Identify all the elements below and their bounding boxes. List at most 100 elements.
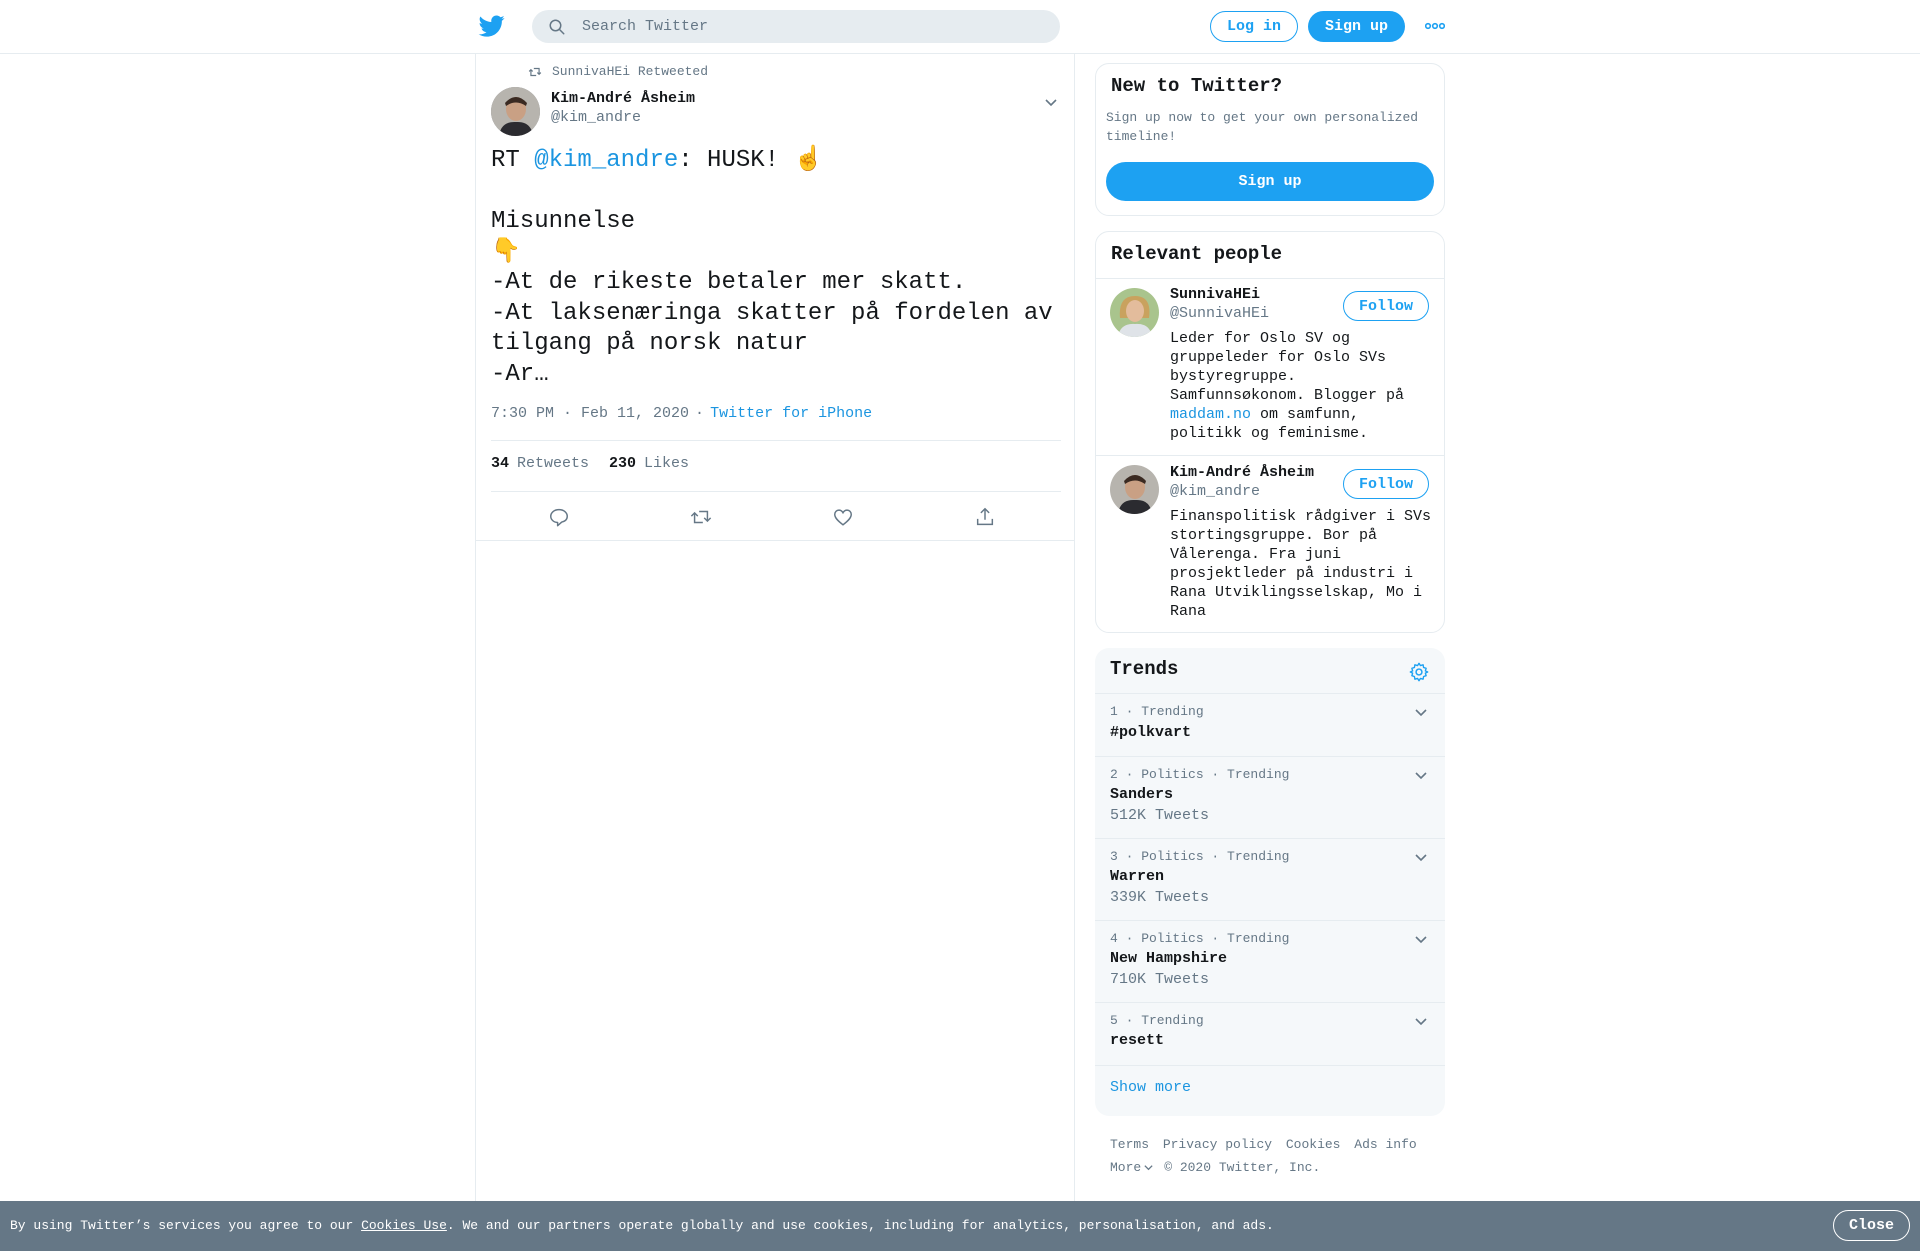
tweet-text-prefix: RT [491, 147, 535, 174]
share-icon[interactable] [974, 506, 996, 528]
divider [1096, 455, 1444, 456]
like-icon[interactable] [832, 506, 854, 528]
tweet-text: RT @kim_andre: HUSK! ☝️ Misunnelse 👇 -At… [491, 146, 1061, 390]
retweets-stat[interactable]: 34 Retweets [491, 455, 589, 472]
trend-chevron-down-icon[interactable] [1413, 931, 1429, 947]
trend-meta: 4 · Politics · Trending [1110, 931, 1290, 946]
login-button[interactable]: Log in [1210, 11, 1298, 42]
sidebar-footer: Terms Privacy policy Cookies Ads info Mo… [1110, 1133, 1423, 1179]
trend-chevron-down-icon[interactable] [1413, 1013, 1429, 1029]
trends-card: Trends 1 · Trending #polkvart 2 · Politi… [1095, 648, 1445, 1116]
trend-name[interactable]: resett [1110, 1032, 1164, 1049]
settings-gear-icon[interactable] [1408, 661, 1430, 683]
new-to-twitter-description: Sign up now to get your own personalized… [1106, 110, 1419, 144]
person-avatar[interactable] [1110, 465, 1159, 514]
relevant-people-card: Relevant people SunnivaHEi @SunnivaHEi F… [1095, 231, 1445, 633]
person-avatar[interactable] [1110, 288, 1159, 337]
retweets-label: Retweets [517, 455, 590, 472]
author-handle[interactable]: @kim_andre [551, 109, 641, 126]
signup-button[interactable]: Sign up [1308, 11, 1405, 42]
footer-link-terms[interactable]: Terms [1110, 1137, 1149, 1152]
trend-chevron-down-icon[interactable] [1413, 849, 1429, 865]
follow-button[interactable]: Follow [1343, 291, 1429, 321]
cookie-close-button[interactable]: Close [1833, 1210, 1910, 1241]
trend-name[interactable]: Sanders [1110, 786, 1173, 803]
person-handle[interactable]: @SunnivaHEi [1170, 305, 1269, 322]
sidebar-signup-button[interactable]: Sign up [1106, 162, 1434, 201]
person-bio: Leder for Oslo SV og gruppeleder for Osl… [1170, 329, 1438, 443]
trend-tweet-count: 339K Tweets [1110, 889, 1210, 906]
person-name[interactable]: Kim-André Åsheim [1170, 464, 1314, 481]
trend-chevron-down-icon[interactable] [1413, 767, 1429, 783]
divider [1095, 693, 1445, 694]
divider [1095, 838, 1445, 839]
likes-count: 230 [609, 455, 637, 472]
trends-title: Trends [1110, 658, 1179, 680]
retweeted-by-label: SunnivaHEi Retweeted [552, 64, 709, 79]
likes-stat[interactable]: 230 Likes [609, 455, 689, 472]
tweet-source-link[interactable]: Twitter for iPhone [710, 405, 872, 422]
meta-separator: · [695, 405, 705, 422]
trend-tweet-count: 710K Tweets [1110, 971, 1210, 988]
twitter-bird-logo-icon[interactable] [478, 13, 506, 39]
main-tweet-column: SunnivaHEi Retweeted Kim-André Åsheim @k… [475, 54, 1075, 1251]
reply-icon[interactable] [548, 506, 570, 528]
cookie-text-before: By using Twitter’s services you agree to… [10, 1218, 362, 1233]
cookie-consent-bar: By using Twitter’s services you agree to… [0, 1201, 1920, 1251]
more-options-icon[interactable] [1425, 20, 1445, 32]
relevant-people-title: Relevant people [1111, 243, 1283, 265]
search-input[interactable] [582, 18, 1042, 35]
retweet-small-icon [528, 67, 542, 76]
divider [1095, 920, 1445, 921]
retweet-context[interactable]: SunnivaHEi Retweeted [528, 64, 708, 79]
author-avatar[interactable] [491, 87, 540, 136]
author-avatar-image [491, 87, 540, 136]
divider [1095, 756, 1445, 757]
trend-meta: 5 · Trending [1110, 1013, 1204, 1028]
tweet-timestamp[interactable]: 7:30 PM · Feb 11, 2020 [491, 405, 689, 422]
author-name[interactable]: Kim-André Åsheim [551, 90, 695, 107]
cookies-use-link[interactable]: Cookies Use [361, 1218, 447, 1233]
person-bio: Finanspolitisk rådgiver i SVs stortingsg… [1170, 508, 1432, 620]
trend-name[interactable]: Warren [1110, 868, 1164, 885]
divider [1095, 1002, 1445, 1003]
mention-link[interactable]: @kim_andre [534, 147, 678, 174]
trend-tweet-count: 512K Tweets [1110, 807, 1210, 824]
trend-meta: 1 · Trending [1110, 704, 1204, 719]
likes-label: Likes [644, 455, 690, 472]
footer-row-2: More © 2020 Twitter, Inc. [1110, 1156, 1423, 1179]
retweets-count: 34 [491, 455, 510, 472]
divider [1096, 278, 1444, 279]
chevron-down-icon[interactable] [1143, 1162, 1154, 1173]
cookie-text-after: . We and our partners operate globally a… [446, 1218, 1274, 1233]
divider [491, 440, 1061, 441]
footer-link-privacy[interactable]: Privacy policy [1163, 1137, 1272, 1152]
trend-meta: 3 · Politics · Trending [1110, 849, 1290, 864]
tweet-stats: 34 Retweets 230 Likes [491, 455, 709, 472]
tweet-menu-chevron-icon[interactable] [1043, 94, 1059, 110]
footer-link-ads-info[interactable]: Ads info [1354, 1137, 1416, 1152]
tweet-meta: 7:30 PM · Feb 11, 2020 · Twitter for iPh… [491, 405, 872, 422]
tweet-action-bar [476, 494, 1074, 541]
trend-name[interactable]: #polkvart [1110, 724, 1191, 741]
person-name[interactable]: SunnivaHEi [1170, 286, 1260, 303]
person-avatar-image [1110, 288, 1159, 337]
follow-button[interactable]: Follow [1343, 469, 1429, 499]
trend-meta: 2 · Politics · Trending [1110, 767, 1290, 782]
show-more-trends-link[interactable]: Show more [1110, 1079, 1191, 1096]
top-navigation-bar: Log in Sign up [0, 0, 1920, 54]
search-bar[interactable] [532, 10, 1060, 43]
trend-chevron-down-icon[interactable] [1413, 704, 1429, 720]
trend-name[interactable]: New Hampshire [1110, 950, 1227, 967]
search-icon [549, 19, 565, 34]
new-to-twitter-title: New to Twitter? [1111, 75, 1283, 97]
bio-link[interactable]: maddam.no [1170, 406, 1251, 423]
copyright: © 2020 Twitter, Inc. [1164, 1160, 1321, 1175]
footer-more-link[interactable]: More [1110, 1156, 1141, 1179]
divider [1095, 1065, 1445, 1066]
retweet-icon[interactable] [690, 506, 712, 528]
cookie-notice-text: By using Twitter’s services you agree to… [10, 1218, 1274, 1233]
tweet-text-body: : HUSK! ☝️ Misunnelse 👇 -At de rikeste b… [491, 147, 1053, 388]
person-handle[interactable]: @kim_andre [1170, 483, 1260, 500]
footer-link-cookies[interactable]: Cookies [1286, 1137, 1341, 1152]
